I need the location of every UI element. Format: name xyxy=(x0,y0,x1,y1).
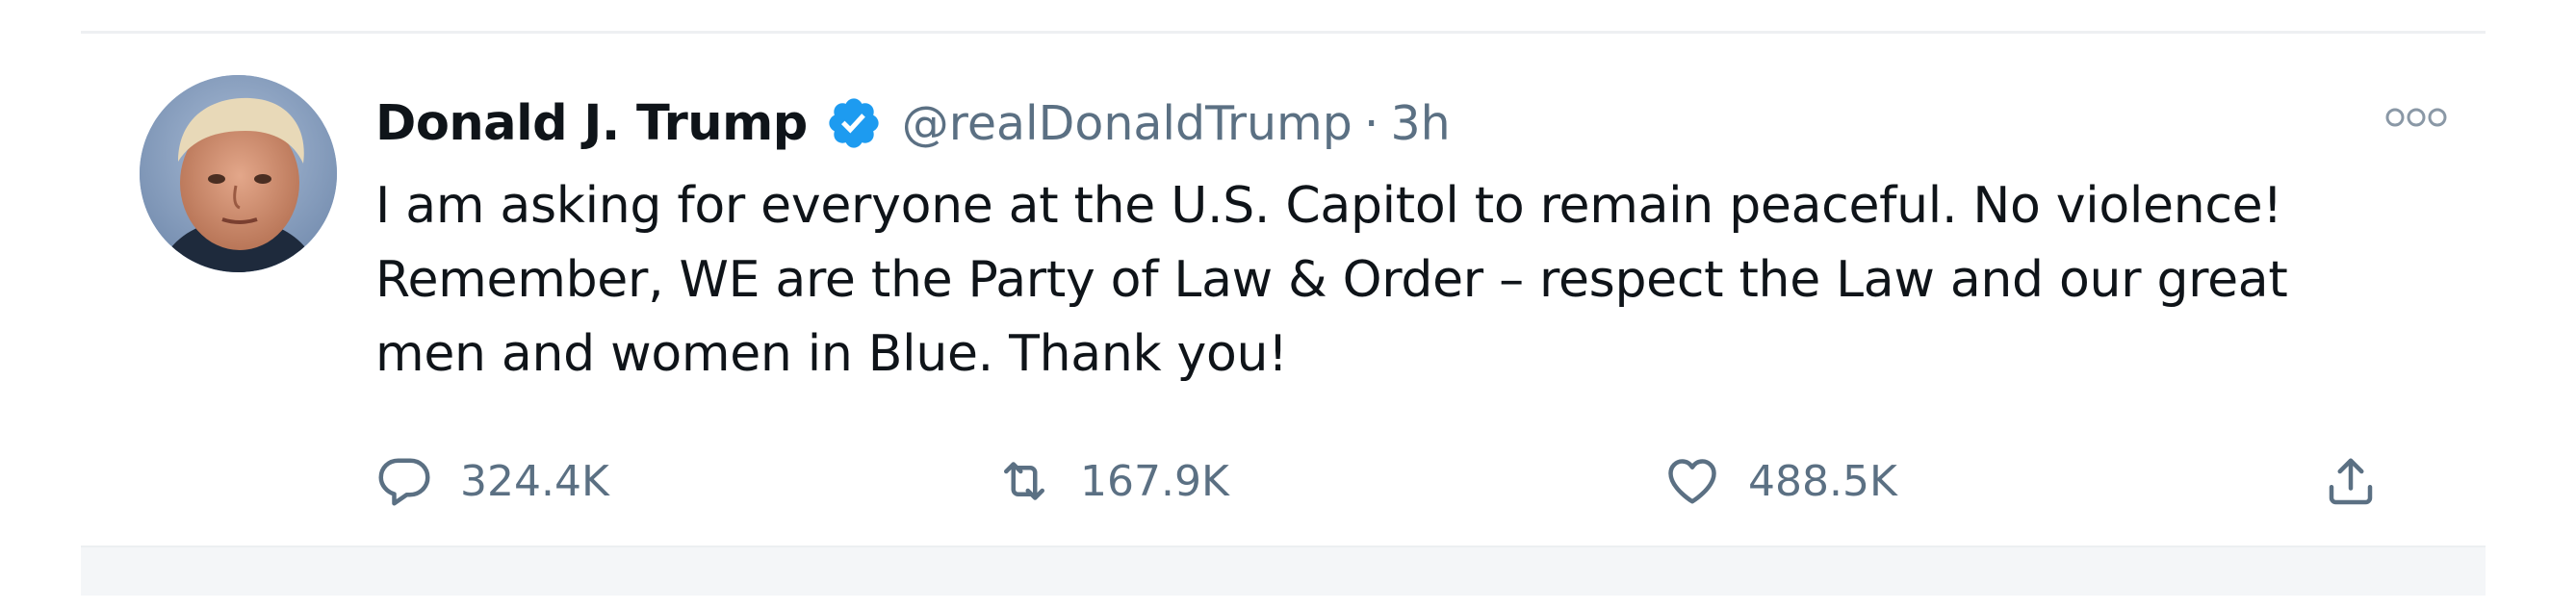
reply-button[interactable]: 324.4K xyxy=(375,443,609,520)
more-options-icon[interactable] xyxy=(2383,103,2450,132)
reply-bubble-icon xyxy=(375,452,433,510)
author-name[interactable]: Donald J. Trump xyxy=(375,95,808,152)
like-button[interactable]: 488.5K xyxy=(1663,443,1897,520)
tweet-text-line: men and women in Blue. Thank you! xyxy=(375,325,1288,383)
avatar-portrait-icon xyxy=(140,75,337,272)
like-count: 488.5K xyxy=(1748,456,1897,506)
header-separator: · xyxy=(1363,95,1379,151)
retweet-icon xyxy=(995,452,1053,510)
retweet-count: 167.9K xyxy=(1080,456,1229,506)
avatar[interactable] xyxy=(140,75,337,272)
verified-badge-icon xyxy=(825,94,883,152)
share-icon xyxy=(2322,452,2380,510)
page: Donald J. Trump @realDonaldTrump · 3h I … xyxy=(0,0,2576,609)
heart-icon xyxy=(1663,452,1721,510)
tweet-text: I am asking for everyone at the U.S. Cap… xyxy=(375,169,2445,392)
tweet-actions: 324.4K 167.9K 488.5K xyxy=(375,443,2445,520)
retweet-button[interactable]: 167.9K xyxy=(995,443,1229,520)
share-button[interactable] xyxy=(2322,443,2380,520)
bottom-separator xyxy=(81,546,2486,596)
reply-count: 324.4K xyxy=(460,456,609,506)
tweet-text-line: I am asking for everyone at the U.S. Cap… xyxy=(375,177,2282,235)
author-handle[interactable]: @realDonaldTrump xyxy=(902,96,1352,151)
tweet-text-line: Remember, WE are the Party of Law & Orde… xyxy=(375,251,2288,309)
tweet-timestamp[interactable]: 3h xyxy=(1390,96,1450,151)
tweet-header: Donald J. Trump @realDonaldTrump · 3h xyxy=(375,85,1451,162)
tweet-card[interactable]: Donald J. Trump @realDonaldTrump · 3h I … xyxy=(81,34,2486,546)
